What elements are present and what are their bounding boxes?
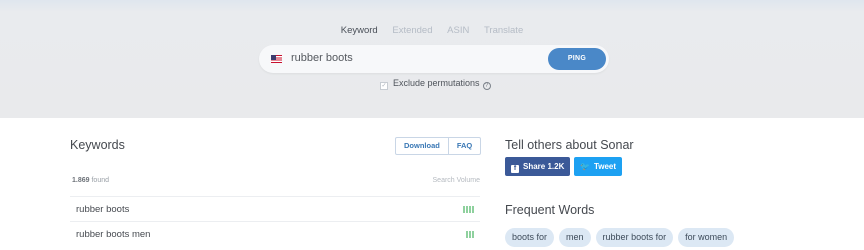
facebook-icon: f — [511, 165, 519, 173]
search-bar: rubber boots PING — [259, 45, 609, 73]
keyword-text[interactable]: rubber boots men — [76, 229, 150, 240]
table-row[interactable]: rubber boots — [70, 196, 480, 220]
volume-bar — [466, 231, 468, 238]
tab-asin[interactable]: ASIN — [447, 25, 469, 36]
volume-bar — [466, 206, 468, 213]
frequent-words-list: boots for men rubber boots for for women — [505, 228, 735, 247]
search-panel: Keyword Extended ASIN Translate rubber b… — [0, 0, 864, 118]
table-row[interactable]: rubber boots men — [70, 221, 480, 245]
twitter-icon: 🐦 — [580, 162, 590, 171]
help-icon[interactable]: ? — [482, 82, 491, 90]
frequent-word-chip[interactable]: rubber boots for — [595, 228, 674, 247]
frequent-word-chip[interactable]: boots for — [505, 228, 555, 247]
volume-bar — [472, 231, 474, 238]
faq-button[interactable]: FAQ — [447, 138, 480, 154]
volume-bar — [469, 231, 471, 238]
results-count: 1.869 found — [72, 177, 109, 184]
frequent-words-title: Frequent Words — [505, 203, 595, 217]
us-flag-icon[interactable] — [271, 55, 282, 63]
volume-bar — [472, 206, 474, 213]
tab-translate[interactable]: Translate — [484, 25, 523, 36]
exclude-permutations-label: Exclude permutations — [393, 78, 480, 88]
keywords-title: Keywords — [70, 138, 125, 152]
search-mode-tabs: Keyword Extended ASIN Translate — [0, 25, 864, 36]
volume-bar — [469, 206, 471, 213]
search-volume-bars — [463, 206, 474, 213]
tab-keyword[interactable]: Keyword — [341, 25, 378, 36]
ping-button[interactable]: PING — [548, 48, 606, 70]
facebook-share-label: Share 1.2K — [523, 162, 565, 171]
keyword-text[interactable]: rubber boots — [76, 204, 129, 215]
frequent-word-chip[interactable]: men — [559, 228, 591, 247]
found-label: found — [91, 177, 110, 184]
exclude-permutations-option: ✓ Exclude permutations? — [380, 78, 491, 90]
volume-bar — [463, 206, 465, 213]
facebook-share-button[interactable]: f Share 1.2K — [505, 157, 570, 176]
search-input[interactable]: rubber boots — [291, 52, 353, 64]
tweet-label: Tweet — [593, 162, 617, 171]
search-volume-bars — [466, 231, 474, 238]
exclude-permutations-checkbox[interactable]: ✓ — [380, 82, 388, 90]
share-title: Tell others about Sonar — [505, 138, 634, 152]
download-button[interactable]: Download — [396, 138, 448, 154]
found-count: 1.869 — [72, 177, 90, 184]
tweet-button[interactable]: 🐦 Tweet — [574, 157, 622, 176]
tab-extended[interactable]: Extended — [392, 25, 432, 36]
search-volume-header[interactable]: Search Volume — [390, 177, 480, 184]
frequent-word-chip[interactable]: for women — [678, 228, 735, 247]
export-button-group: Download FAQ — [395, 137, 482, 155]
